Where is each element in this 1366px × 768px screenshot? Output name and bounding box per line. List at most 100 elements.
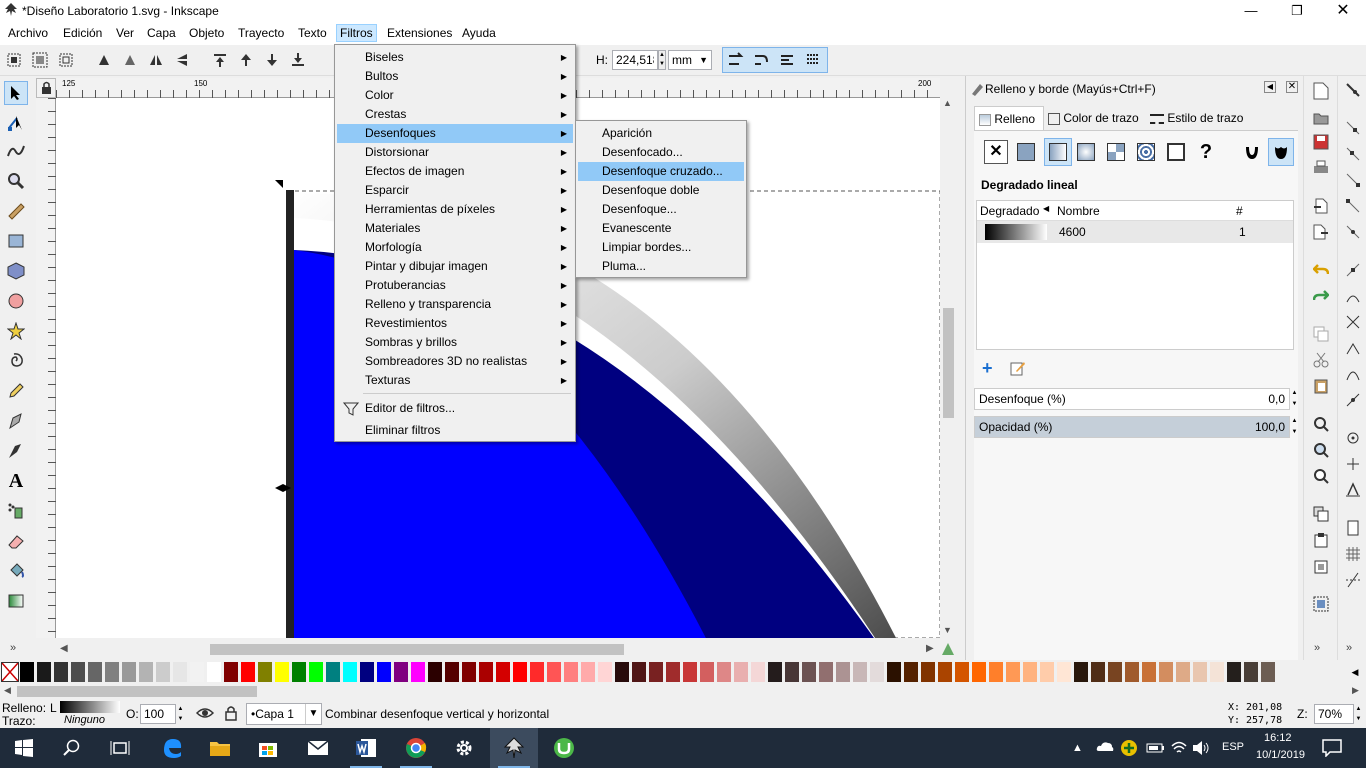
color-swatch[interactable] <box>785 662 799 682</box>
new-document-icon[interactable] <box>1313 82 1329 103</box>
color-swatch[interactable] <box>700 662 714 682</box>
menu-item-aparicion[interactable]: Aparición <box>578 124 744 143</box>
more-tools-icon[interactable]: » <box>10 642 16 654</box>
menu-item-evanescente[interactable]: Evanescente <box>578 219 744 238</box>
word-icon[interactable] <box>342 728 390 768</box>
paint-bucket-tool-icon[interactable] <box>4 559 28 583</box>
snap-cusp-nodes-icon[interactable] <box>1345 340 1361 359</box>
menu-item-pluma[interactable]: Pluma... <box>578 257 744 276</box>
menu-ayuda[interactable]: Ayuda <box>458 25 500 43</box>
menu-item-protuberancias[interactable]: Protuberancias ▶ <box>337 276 573 295</box>
column-header-degradado[interactable]: Degradado <box>980 204 1039 218</box>
snap-rotation-center-icon[interactable] <box>1345 456 1361 475</box>
menu-item-desenfoque-cruzado[interactable]: Desenfoque cruzado... <box>578 162 744 181</box>
open-icon[interactable] <box>1313 110 1329 129</box>
color-swatch[interactable] <box>904 662 918 682</box>
lower-icon[interactable] <box>264 52 280 68</box>
redo-icon[interactable] <box>1312 288 1330 307</box>
raise-to-top-icon[interactable] <box>212 52 228 68</box>
opacity-slider[interactable]: Opacidad (%) 100,0 <box>974 416 1290 438</box>
collapse-panel-icon[interactable]: ◀ <box>1264 81 1276 93</box>
task-view-icon[interactable] <box>96 728 144 768</box>
scroll-down-icon[interactable]: ▼ <box>943 625 952 635</box>
color-swatch[interactable] <box>1193 662 1207 682</box>
color-swatch[interactable] <box>1074 662 1088 682</box>
spray-tool-icon[interactable] <box>4 499 28 523</box>
color-swatch[interactable] <box>1091 662 1105 682</box>
rotate-ccw-icon[interactable] <box>96 52 112 68</box>
close-panel-icon[interactable]: ✕ <box>1286 81 1298 93</box>
color-swatch[interactable] <box>530 662 544 682</box>
linear-gradient-icon[interactable] <box>1044 138 1072 166</box>
pattern-icon[interactable] <box>1134 140 1158 164</box>
eraser-tool-icon[interactable] <box>4 529 28 553</box>
plus-badge-icon[interactable] <box>1120 739 1138 760</box>
menu-item-biseles[interactable]: Biseles ▶ <box>337 48 573 67</box>
zoom-spin[interactable]: ▲ ▼ <box>1354 704 1363 724</box>
snap-midpoints-icon[interactable] <box>1345 392 1361 411</box>
rectangle-tool-icon[interactable] <box>4 229 28 253</box>
fill-rule-nonzero-icon[interactable] <box>1268 138 1294 166</box>
clock-time[interactable]: 16:12 <box>1264 732 1292 744</box>
menu-item-editor-de-filtros[interactable]: Editor de filtros... <box>337 399 573 418</box>
color-swatch[interactable] <box>751 662 765 682</box>
volume-icon[interactable] <box>1192 740 1210 759</box>
stroke-indicator[interactable]: Ninguno <box>64 714 105 726</box>
color-swatch[interactable] <box>1261 662 1275 682</box>
color-swatch[interactable] <box>54 662 68 682</box>
color-swatch[interactable] <box>309 662 323 682</box>
scroll-left-icon[interactable]: ◀ <box>4 685 11 696</box>
store-icon[interactable] <box>244 728 292 768</box>
color-swatch[interactable] <box>173 662 187 682</box>
color-swatch[interactable] <box>649 662 663 682</box>
maximize-button[interactable]: ❐ <box>1274 0 1320 22</box>
3d-box-tool-icon[interactable] <box>4 259 28 283</box>
print-icon[interactable] <box>1313 160 1329 179</box>
show-hidden-icons[interactable]: ▲ <box>1072 742 1083 754</box>
palette-scrollbar[interactable]: ◀ ▶ <box>0 683 1366 700</box>
color-swatch[interactable] <box>105 662 119 682</box>
scroll-thumb[interactable] <box>17 686 257 697</box>
selector-tool-icon[interactable] <box>4 81 28 105</box>
color-swatch[interactable] <box>207 662 221 682</box>
copy-icon[interactable] <box>1313 326 1329 345</box>
calligraphy-tool-icon[interactable] <box>4 439 28 463</box>
duplicate-icon[interactable] <box>1313 506 1329 525</box>
snap-bbox-center-icon[interactable] <box>1345 224 1361 243</box>
menu-item-sombreadores-3d[interactable]: Sombreadores 3D no realistas ▶ <box>337 352 573 371</box>
scale-corners-icon[interactable] <box>753 52 769 68</box>
color-swatch[interactable] <box>462 662 476 682</box>
flat-color-icon[interactable] <box>1014 140 1038 164</box>
save-icon[interactable] <box>1313 134 1329 153</box>
search-icon[interactable] <box>48 728 96 768</box>
color-swatch[interactable] <box>139 662 153 682</box>
no-paint-icon[interactable]: ✕ <box>984 140 1008 164</box>
text-tool-icon[interactable]: A <box>4 469 28 493</box>
color-swatch[interactable] <box>88 662 102 682</box>
color-swatch[interactable] <box>921 662 935 682</box>
color-swatch[interactable] <box>870 662 884 682</box>
menu-item-crestas[interactable]: Crestas ▶ <box>337 105 573 124</box>
measure-tool-icon[interactable] <box>4 199 28 223</box>
blur-spin[interactable]: ▲ ▼ <box>1290 388 1299 410</box>
color-swatch[interactable] <box>1006 662 1020 682</box>
color-swatch[interactable] <box>1040 662 1054 682</box>
tab-color-de-trazo[interactable]: Color de trazo <box>1048 106 1144 130</box>
color-swatch[interactable] <box>411 662 425 682</box>
color-swatch[interactable] <box>717 662 731 682</box>
scroll-left-icon[interactable]: ◀ <box>60 643 68 654</box>
menu-item-desenfocado[interactable]: Desenfocado... <box>578 143 744 162</box>
height-input[interactable] <box>612 50 658 70</box>
clone-icon[interactable] <box>1313 532 1329 551</box>
gradient-tool-icon[interactable] <box>4 589 28 613</box>
snap-toggle-icon[interactable] <box>1345 82 1361 101</box>
tab-relleno[interactable]: Relleno <box>974 106 1044 130</box>
move-gradient-icon[interactable] <box>779 52 795 68</box>
color-swatch[interactable] <box>632 662 646 682</box>
fill-indicator[interactable] <box>60 701 120 713</box>
cut-icon[interactable] <box>1313 352 1329 371</box>
color-swatch[interactable] <box>1227 662 1241 682</box>
color-swatch[interactable] <box>377 662 391 682</box>
menu-item-relleno-y-transparencia[interactable]: Relleno y transparencia ▶ <box>337 295 573 314</box>
color-swatch[interactable] <box>292 662 306 682</box>
